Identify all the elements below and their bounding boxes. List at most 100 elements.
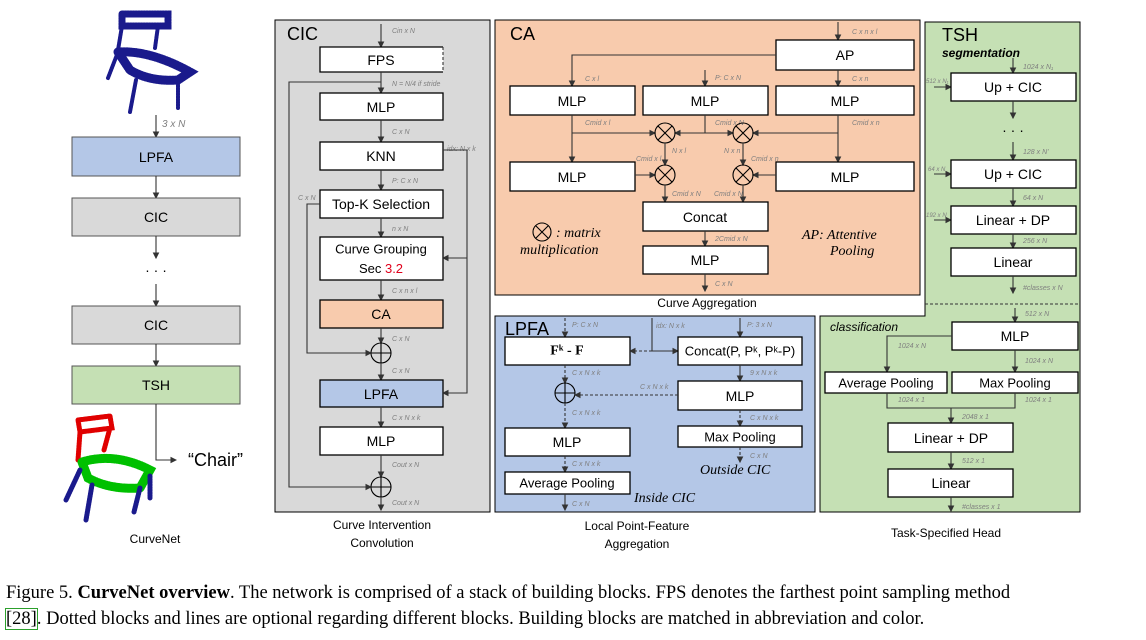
ap-label: AP (836, 47, 855, 63)
dim-label: C x N (392, 129, 410, 136)
dim-label: Cmid x l (585, 120, 611, 127)
dim-label: idx: N x k (656, 323, 685, 330)
up-cic-label: Up + CIC (984, 166, 1042, 182)
add-icon (370, 342, 392, 364)
citation-link[interactable]: [28] (5, 608, 38, 630)
figure-number: Figure 5. (6, 583, 73, 603)
dim-label: 512 x N₁ (926, 79, 949, 85)
dim-label: Cmid x N (714, 191, 744, 198)
segmentation-label: segmentation (942, 46, 1020, 60)
dim-label: Cmid x n (751, 156, 779, 163)
dim-label: C x N x k (572, 370, 601, 377)
dim-label: 256 x N (1022, 238, 1048, 245)
dim-label: C x n x l (392, 288, 418, 295)
lpfa-block-label: LPFA (139, 149, 174, 165)
tsh-title: TSH (942, 25, 978, 45)
ellipsis: · · · (145, 262, 167, 278)
dim-label: 1024 x N₁ (1023, 64, 1054, 71)
dim-label: 64 x N (928, 167, 946, 173)
lpfa-caption-1: Local Point-Feature (585, 519, 690, 533)
cic-block-label: CIC (144, 209, 168, 225)
dim-label: Cmid x l (636, 156, 662, 163)
dim-label: Cout x N (392, 500, 420, 507)
knn-label: KNN (366, 148, 396, 164)
dim-label: Cmid x n (852, 120, 880, 127)
cic-title: CIC (287, 24, 318, 44)
mlp-label: MLP (726, 388, 755, 404)
dim-label: n x N (392, 226, 409, 233)
mlp-label: MLP (558, 93, 587, 109)
cic-lpfa-label: LPFA (364, 386, 399, 402)
tsh-block-label: TSH (142, 377, 170, 393)
dim-label: C x N (298, 195, 316, 202)
section-prefix: Sec (359, 261, 385, 276)
dim-label: P: C x N (392, 178, 419, 185)
dim-label: N x n (724, 148, 740, 155)
dim-label: P: 3 x N (747, 322, 773, 329)
dim-label: 512 x N (1025, 311, 1050, 318)
dim-label: C x N (715, 281, 733, 288)
cic-caption-1: Curve Intervention (333, 518, 431, 532)
curve-grouping-label: Curve Grouping (335, 242, 427, 257)
mlp-label: MLP (558, 169, 587, 185)
dim-label: C x N (572, 501, 590, 508)
mlp-label: MLP (691, 93, 720, 109)
dim-label: 1024 x N (898, 343, 927, 350)
lpfa-caption-2: Aggregation (605, 537, 670, 551)
average-pooling-label: Average Pooling (838, 376, 933, 391)
dim-label: Cout x N (392, 462, 420, 469)
tsh-caption: Task-Specified Head (891, 526, 1001, 540)
classification-label: classification (830, 320, 898, 334)
arrow (155, 404, 178, 464)
ellipsis: · · · (1002, 122, 1024, 138)
mlp-label: MLP (691, 252, 720, 268)
cic-mlp-label: MLP (367, 99, 396, 115)
figure-title: CurveNet overview (77, 583, 230, 603)
fps-label: FPS (367, 52, 394, 68)
linear-label: Linear (932, 475, 971, 491)
dim-label: P: C x N (715, 75, 742, 82)
ca-label: CA (371, 306, 391, 322)
curvenet-caption: CurveNet (130, 532, 181, 546)
caption-text-2: . Dotted blocks and lines are optional r… (36, 609, 925, 629)
linear-label: Linear (994, 254, 1033, 270)
dim-label: #classes x N (1023, 285, 1064, 292)
input-chair-point-cloud (106, 10, 199, 114)
mlp-label: MLP (831, 93, 860, 109)
dim-label: Cmid x N (672, 191, 702, 198)
ca-title: CA (510, 24, 535, 44)
dim-label: C x N x k (572, 410, 601, 417)
average-pooling-label: Average Pooling (519, 476, 614, 491)
cic-mlp2-label: MLP (367, 433, 396, 449)
dim-label: N = N/4 if stride (392, 81, 441, 88)
dim-label: P: C x N (572, 322, 599, 329)
caption-text-1: . The network is comprised of a stack of… (230, 583, 1011, 603)
dim-label: C x N x k (572, 461, 601, 468)
section-link[interactable]: 3.2 (385, 261, 403, 276)
linear-dp-label: Linear + DP (914, 430, 988, 446)
inside-cic-label: Inside CIC (633, 491, 696, 506)
dim-label: 1024 x N (1025, 358, 1054, 365)
topk-label: Top-K Selection (332, 196, 430, 212)
ap-legend: AP: Attentive (801, 228, 877, 243)
cic-caption-2: Convolution (350, 536, 413, 550)
mlp-label: MLP (831, 169, 860, 185)
dim-label: C x l (585, 76, 599, 83)
input-dim-label: 3 x N (162, 119, 186, 130)
dim-label: Cin x N (392, 28, 416, 35)
dim-label: #classes x 1 (962, 504, 1001, 511)
dim-label: C x n (852, 76, 868, 83)
dim-label: C x N x k (750, 415, 779, 422)
max-pooling-label: Max Pooling (979, 376, 1051, 391)
up-cic-label: Up + CIC (984, 79, 1042, 95)
dim-label: C x N (750, 453, 768, 460)
linear-dp-label: Linear + DP (976, 212, 1050, 228)
figure-caption: Figure 5. CurveNet overview. The network… (5, 580, 1142, 632)
cic-block-2-label: CIC (144, 317, 168, 333)
dim-label: C x N (392, 336, 410, 343)
dim-label: 1024 x 1 (898, 397, 925, 404)
dim-label: 2048 x 1 (961, 414, 989, 421)
lpfa-concat-label: Concat(P, Pᵏ, Pᵏ-P) (685, 344, 795, 359)
add-icon (370, 476, 392, 498)
dim-label: 128 x N' (1023, 149, 1049, 156)
